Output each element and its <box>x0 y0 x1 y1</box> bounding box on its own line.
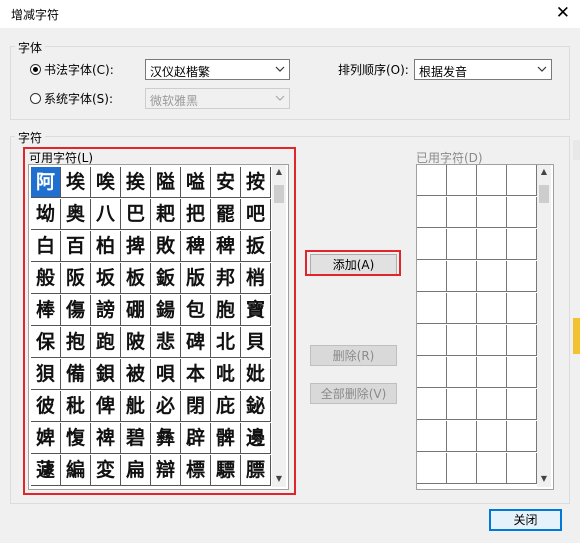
empty-char-cell[interactable] <box>477 357 507 388</box>
window-title: 增减字符 <box>11 8 60 22</box>
scroll-down-icon[interactable]: ▼ <box>539 474 549 484</box>
calligraphy-font-value: 汉仪赵楷繁 <box>150 65 211 79</box>
background-window-edge <box>573 318 580 354</box>
empty-char-cell[interactable] <box>477 293 507 324</box>
empty-char-cell[interactable] <box>417 229 447 260</box>
empty-char-cell[interactable] <box>507 325 537 356</box>
sort-order-value: 根据发音 <box>419 65 468 79</box>
empty-char-cell[interactable] <box>507 453 537 484</box>
background-window-edge <box>573 140 580 160</box>
empty-char-cell[interactable] <box>507 293 537 324</box>
system-font-select[interactable]: 微软雅黑 <box>145 88 290 109</box>
empty-char-cell[interactable] <box>447 261 477 292</box>
calligraphy-font-radio[interactable] <box>30 64 41 75</box>
empty-char-cell[interactable] <box>477 197 507 228</box>
empty-char-cell[interactable] <box>507 261 537 292</box>
close-button[interactable]: 关闭 <box>489 509 562 531</box>
empty-char-cell[interactable] <box>417 261 447 292</box>
empty-char-cell[interactable] <box>507 389 537 420</box>
calligraphy-font-select[interactable]: 汉仪赵楷繁 <box>145 59 290 80</box>
empty-char-cell[interactable] <box>477 229 507 260</box>
chevron-down-icon <box>537 66 547 72</box>
empty-char-cell[interactable] <box>447 389 477 420</box>
system-font-value: 微软雅黑 <box>150 94 199 108</box>
empty-char-cell[interactable] <box>447 197 477 228</box>
empty-char-cell[interactable] <box>477 389 507 420</box>
empty-char-cell[interactable] <box>447 325 477 356</box>
empty-char-cell[interactable] <box>477 325 507 356</box>
scroll-up-icon[interactable]: ▲ <box>539 167 549 177</box>
scroll-thumb[interactable] <box>539 185 549 203</box>
empty-char-cell[interactable] <box>417 389 447 420</box>
font-group <box>10 46 570 120</box>
empty-char-cell[interactable] <box>417 197 447 228</box>
used-chars-grid[interactable]: ▲ ▼ <box>416 164 554 490</box>
empty-char-cell[interactable] <box>417 293 447 324</box>
empty-char-cell[interactable] <box>417 421 447 452</box>
calligraphy-font-label[interactable]: 书法字体(C): <box>44 61 114 78</box>
chevron-down-icon <box>275 95 285 101</box>
empty-char-cell[interactable] <box>417 165 447 196</box>
empty-char-cell[interactable] <box>477 165 507 196</box>
available-chars-highlight <box>23 147 296 495</box>
empty-char-cell[interactable] <box>507 421 537 452</box>
empty-char-cell[interactable] <box>417 357 447 388</box>
add-button-highlight <box>305 250 401 276</box>
empty-char-cell[interactable] <box>417 453 447 484</box>
empty-char-cell[interactable] <box>477 261 507 292</box>
empty-char-cell[interactable] <box>477 421 507 452</box>
chevron-down-icon <box>275 66 285 72</box>
empty-char-cell[interactable] <box>507 229 537 260</box>
empty-char-cell[interactable] <box>477 453 507 484</box>
empty-char-cell[interactable] <box>447 293 477 324</box>
char-group-label: 字符 <box>15 129 46 146</box>
sort-order-select[interactable]: 根据发音 <box>414 59 552 80</box>
empty-char-cell[interactable] <box>507 197 537 228</box>
font-group-label: 字体 <box>15 39 46 56</box>
title-bar: 增减字符 ✕ <box>0 0 580 28</box>
empty-char-cell[interactable] <box>447 165 477 196</box>
empty-char-cell[interactable] <box>447 421 477 452</box>
empty-char-cell[interactable] <box>417 325 447 356</box>
delete-all-button[interactable]: 全部删除(V) <box>310 383 397 404</box>
system-font-label[interactable]: 系统字体(S): <box>44 90 113 107</box>
empty-char-cell[interactable] <box>447 357 477 388</box>
empty-char-cell[interactable] <box>507 165 537 196</box>
empty-char-cell[interactable] <box>447 453 477 484</box>
empty-char-cell[interactable] <box>447 229 477 260</box>
delete-button[interactable]: 删除(R) <box>310 345 397 366</box>
empty-char-cell[interactable] <box>507 357 537 388</box>
sort-order-label: 排列顺序(O): <box>338 63 409 77</box>
close-icon[interactable]: ✕ <box>556 3 570 23</box>
system-font-radio[interactable] <box>30 93 41 104</box>
used-scrollbar[interactable]: ▲ ▼ <box>537 165 551 487</box>
